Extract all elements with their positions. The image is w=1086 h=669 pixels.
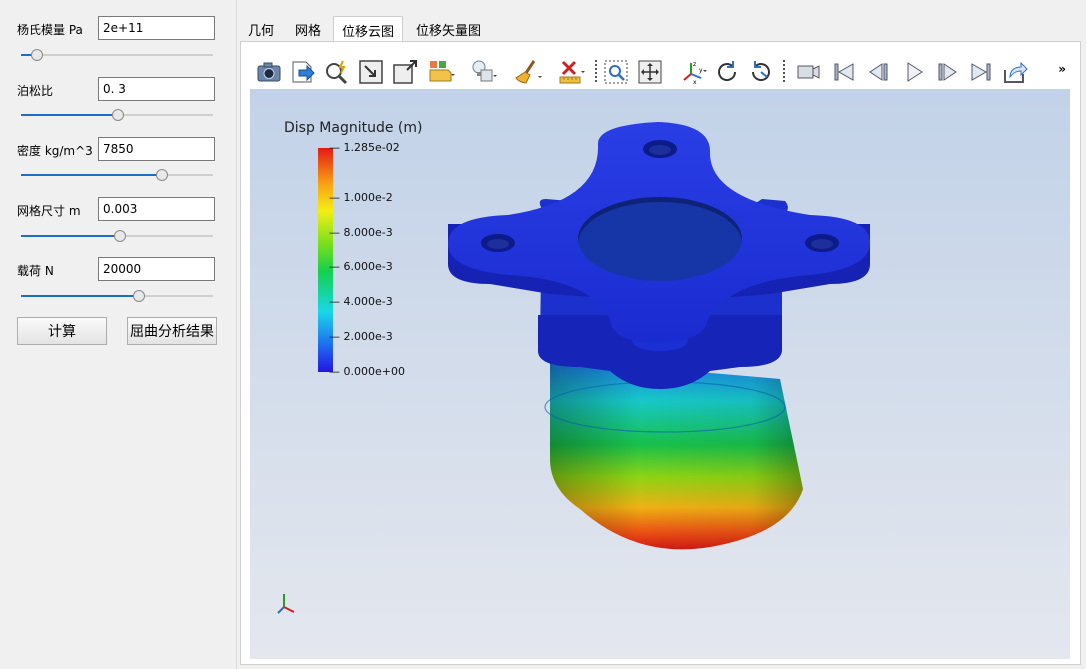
prev-frame-icon[interactable] [864, 58, 892, 86]
tab-geometry[interactable]: 几何 [240, 16, 282, 41]
legend-tick-label: — 4.000e-3 [329, 295, 393, 309]
legend-tick-label: — 8.000e-3 [329, 225, 393, 239]
next-frame-icon[interactable] [934, 58, 962, 86]
mesh-size-slider[interactable] [21, 229, 213, 243]
tab-displacement-contour[interactable]: 位移云图 [333, 16, 404, 41]
density-label: 密度 kg/m^3 [17, 144, 93, 158]
svg-text:z: z [693, 61, 696, 68]
record-icon[interactable] [794, 58, 822, 86]
legend-tick-label: — 2.000e-3 [329, 330, 393, 344]
splitter[interactable] [236, 0, 237, 669]
fit-view-icon[interactable] [357, 58, 385, 86]
clear-brush-icon[interactable] [514, 58, 542, 86]
first-frame-icon[interactable] [830, 58, 858, 86]
poisson-ratio-input[interactable] [98, 77, 215, 101]
load-input[interactable] [98, 257, 215, 281]
parameter-panel: 杨氏模量 Pa 泊松比 密度 kg/m^3 网格尺寸 m 载荷 N 计算 屈曲分… [0, 0, 236, 669]
toolbar-overflow-button[interactable]: » [1058, 62, 1066, 76]
tab-displacement-vector[interactable]: 位移矢量图 [408, 16, 489, 41]
open-folder-icon[interactable] [427, 58, 455, 86]
density-input[interactable] [98, 137, 215, 161]
mesh-size-label: 网格尺寸 m [17, 204, 81, 218]
play-icon[interactable] [900, 58, 928, 86]
compute-button[interactable]: 计算 [17, 317, 107, 345]
legend-tick-label: — 6.000e-3 [329, 260, 393, 274]
youngs-modulus-label: 杨氏模量 Pa [17, 23, 83, 37]
orientation-axes-icon [277, 594, 295, 614]
zoom-magic-icon[interactable] [323, 58, 351, 86]
3d-viewport[interactable]: Disp Magnitude (m) — 1.285e-02 — 1.000e-2… [250, 89, 1070, 659]
rotate-ccw-icon[interactable] [747, 58, 775, 86]
mesh-size-input[interactable] [98, 197, 215, 221]
measure-ruler-icon[interactable] [557, 58, 585, 86]
lightbulb-icon[interactable] [469, 58, 497, 86]
export-icon[interactable] [289, 58, 317, 86]
view-toolbar: zyx » [250, 54, 1070, 89]
pan-icon[interactable] [636, 58, 664, 86]
poisson-ratio-slider[interactable] [21, 108, 213, 122]
legend-tick-label: — 0.000e+00 [329, 365, 405, 378]
last-frame-icon[interactable] [967, 58, 995, 86]
axes-icon[interactable]: zyx [679, 58, 707, 86]
youngs-modulus-input[interactable] [98, 16, 215, 40]
rotate-cw-icon[interactable] [713, 58, 741, 86]
load-slider[interactable] [21, 289, 213, 303]
youngs-modulus-slider[interactable] [21, 48, 213, 62]
share-icon[interactable] [1001, 58, 1029, 86]
density-slider[interactable] [21, 168, 213, 182]
legend-tick-label: — 1.285e-02 [329, 141, 400, 154]
maximize-icon[interactable] [391, 58, 419, 86]
legend-tick-label: — 1.000e-2 [329, 190, 393, 204]
svg-text:x: x [693, 79, 697, 86]
buckling-results-button[interactable]: 屈曲分析结果 [127, 317, 217, 345]
zoom-box-icon[interactable] [602, 58, 630, 86]
camera-icon[interactable] [255, 58, 283, 86]
tab-mesh[interactable]: 网格 [287, 16, 329, 41]
load-label: 载荷 N [17, 264, 54, 278]
legend-title: Disp Magnitude (m) [284, 120, 423, 136]
poisson-ratio-label: 泊松比 [17, 84, 54, 98]
svg-text:y: y [699, 67, 703, 74]
